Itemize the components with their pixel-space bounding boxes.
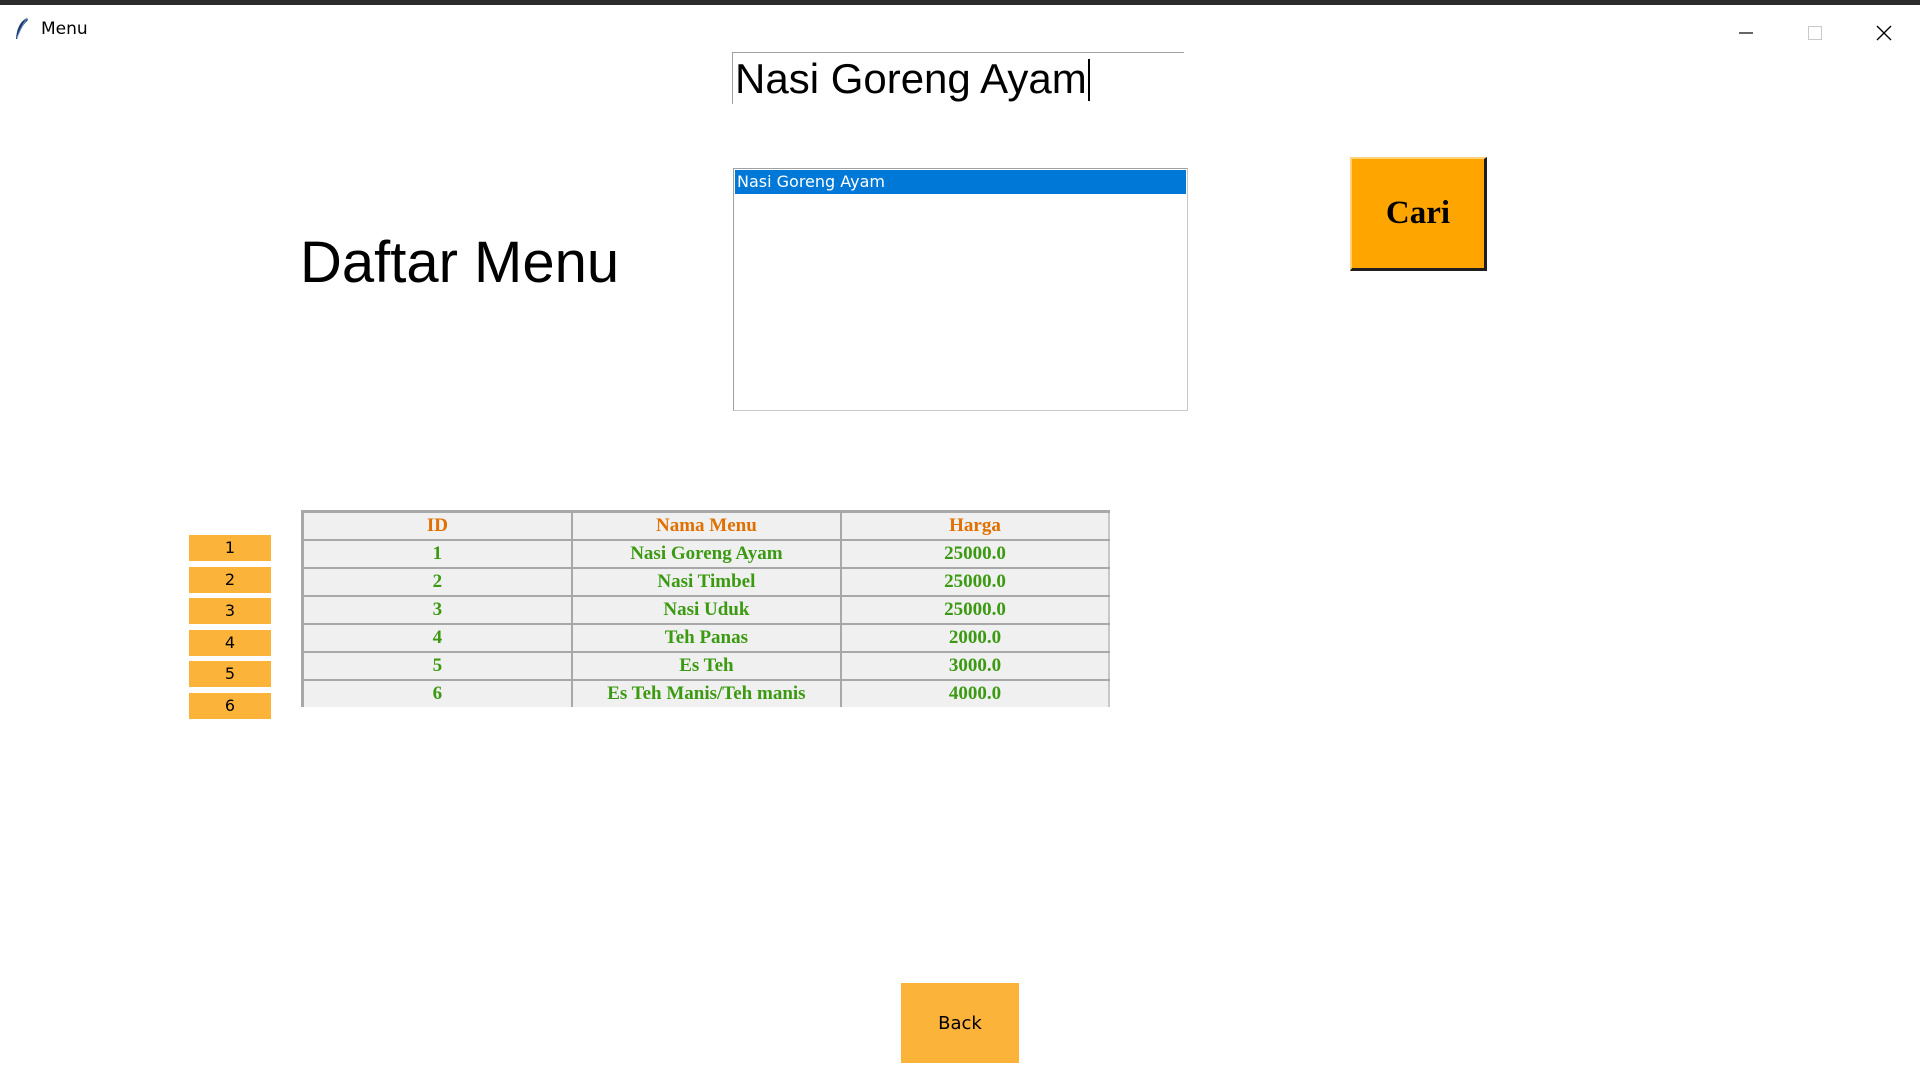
feather-icon [14,17,30,41]
menu-table: ID Nama Menu Harga 1 Nasi Goreng Ayam 25… [301,510,1111,707]
minimize-icon [1739,32,1753,34]
table-header-row: ID Nama Menu Harga [302,511,1111,541]
cell-name: Nasi Timbel [571,568,842,597]
cell-price: 25000.0 [840,540,1111,569]
cell-name: Es Teh Manis/Teh manis [571,680,842,707]
close-icon [1876,25,1892,41]
page-title: Daftar Menu [300,230,620,295]
cell-id: 3 [302,596,573,625]
back-button[interactable]: Back [901,983,1019,1063]
cell-name: Nasi Uduk [571,596,842,625]
text-caret [1087,59,1090,101]
minimize-button[interactable] [1712,10,1780,56]
cell-name: Nasi Goreng Ayam [571,540,842,569]
search-input-value: Nasi Goreng Ayam [735,55,1087,102]
table-row: 2 Nasi Timbel 25000.0 [302,568,1111,597]
window-title: Menu [41,19,88,39]
cell-id: 6 [302,680,573,707]
cell-price: 2000.0 [840,624,1111,653]
row-button-3[interactable]: 3 [189,598,271,624]
row-button-4[interactable]: 4 [189,630,271,656]
cell-price: 25000.0 [840,568,1111,597]
cell-name: Es Teh [571,652,842,681]
row-button-5[interactable]: 5 [189,661,271,687]
table-row: 3 Nasi Uduk 25000.0 [302,596,1111,625]
column-header-name: Nama Menu [571,511,842,541]
table-row: 6 Es Teh Manis/Teh manis 4000.0 [302,680,1111,707]
cell-id: 1 [302,540,573,569]
table-row: 4 Teh Panas 2000.0 [302,624,1111,653]
cell-price: 3000.0 [840,652,1111,681]
cell-name: Teh Panas [571,624,842,653]
maximize-button[interactable] [1781,10,1849,56]
cell-price: 25000.0 [840,596,1111,625]
close-button[interactable] [1850,10,1918,56]
column-header-id: ID [302,511,573,541]
results-listbox[interactable]: Nasi Goreng Ayam [733,168,1188,411]
cell-price: 4000.0 [840,680,1111,707]
search-button[interactable]: Cari [1350,157,1487,271]
row-button-1[interactable]: 1 [189,535,271,561]
column-header-price: Harga [840,511,1111,541]
title-bar[interactable]: Menu [0,5,1920,55]
row-button-6[interactable]: 6 [189,693,271,719]
maximize-icon [1808,26,1822,40]
table-row: 1 Nasi Goreng Ayam 25000.0 [302,540,1111,569]
search-input[interactable]: Nasi Goreng Ayam [732,52,1184,104]
cell-id: 5 [302,652,573,681]
cell-id: 2 [302,568,573,597]
row-button-2[interactable]: 2 [189,567,271,593]
results-item-selected[interactable]: Nasi Goreng Ayam [735,170,1186,194]
cell-id: 4 [302,624,573,653]
table-row: 5 Es Teh 3000.0 [302,652,1111,681]
app-window: Menu Nasi Goreng Ayam Daftar Menu Nasi G… [0,0,1920,1080]
